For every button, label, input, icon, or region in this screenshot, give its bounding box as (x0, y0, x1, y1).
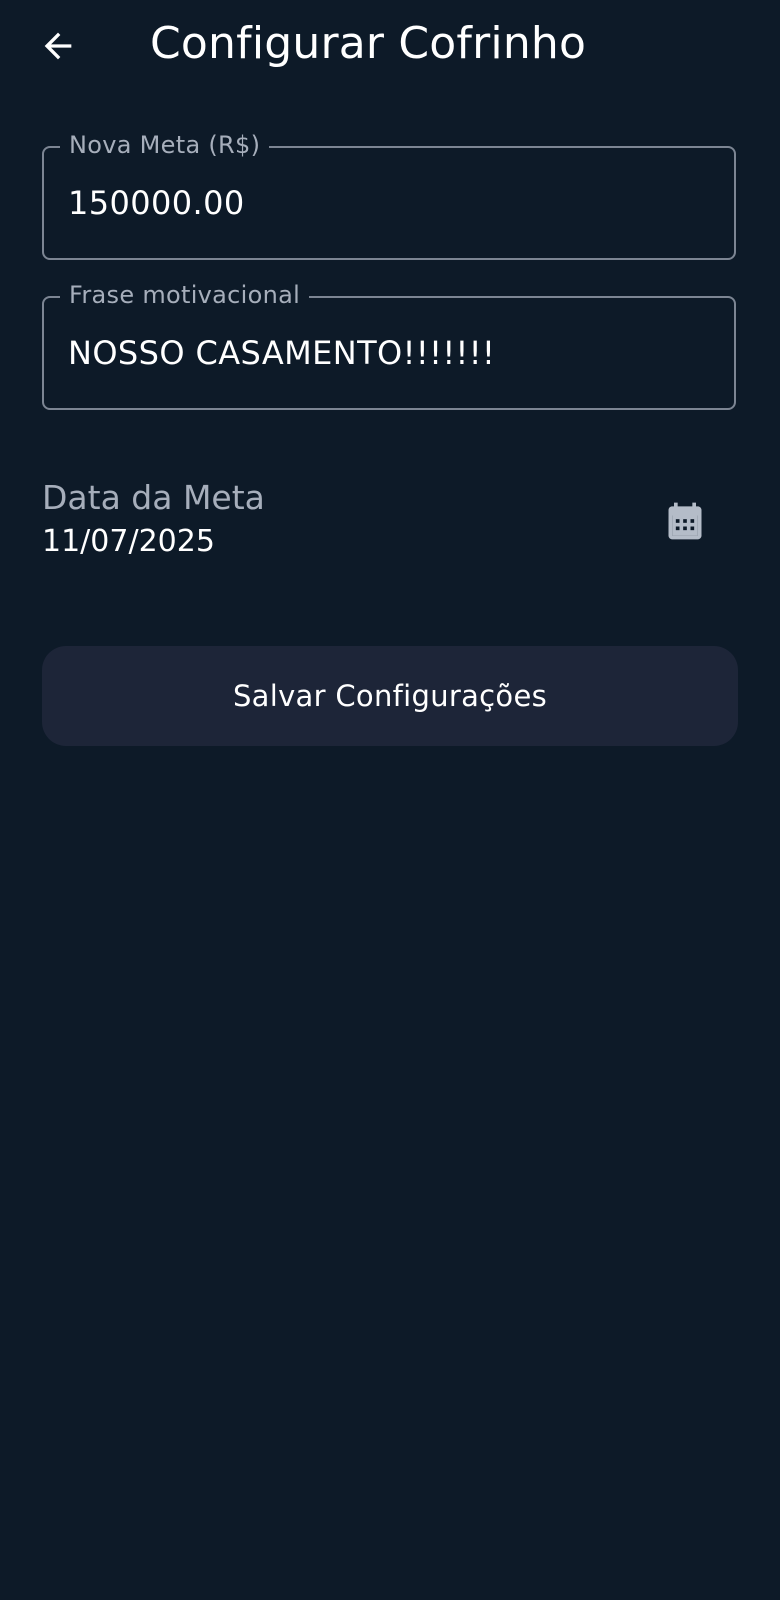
motivational-phrase-field[interactable]: Frase motivacional NOSSO CASAMENTO!!!!!!… (42, 281, 736, 410)
goal-amount-label: Nova Meta (R$) (60, 131, 270, 159)
goal-date-section[interactable]: Data da Meta 11/07/2025 (42, 478, 736, 568)
motivational-phrase-label: Frase motivacional (60, 281, 310, 309)
goal-amount-field[interactable]: Nova Meta (R$) 150000.00 (42, 131, 736, 260)
arrow-back-icon (44, 32, 72, 60)
goal-date-value: 11/07/2025 (42, 524, 215, 559)
goal-amount-input[interactable]: 150000.00 (68, 184, 245, 222)
back-button[interactable] (34, 22, 82, 70)
motivational-phrase-input[interactable]: NOSSO CASAMENTO!!!!!!! (68, 334, 495, 372)
app-bar: Configurar Cofrinho (0, 0, 780, 96)
page-title: Configurar Cofrinho (150, 18, 587, 69)
save-settings-button[interactable]: Salvar Configurações (42, 646, 738, 746)
goal-date-label: Data da Meta (42, 478, 265, 517)
calendar-icon (668, 502, 702, 540)
calendar-button[interactable] (660, 496, 710, 546)
save-settings-label: Salvar Configurações (232, 679, 548, 713)
